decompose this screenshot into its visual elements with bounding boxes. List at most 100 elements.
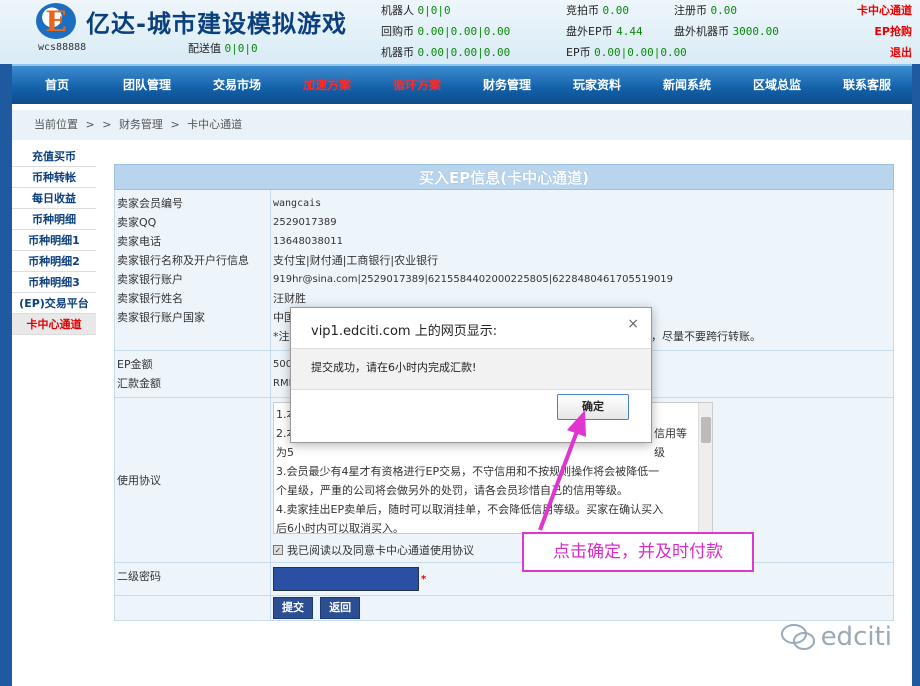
annotation-callout: 点击确定，并及时付款 [522,532,754,572]
password-input[interactable] [273,567,419,591]
close-icon[interactable]: × [627,316,639,332]
required-mark: * [421,573,427,585]
label-seller-name: 卖家银行姓名 [117,292,183,305]
protocol-line: 4.卖家挂出EP卖单后，随时可以取消挂单，不会降低信用等级。买家在确认买入 [276,503,664,516]
nav-accelerate[interactable]: 加速方案 [282,66,372,104]
value-seller-qq: 2529017389 [273,217,337,228]
sidebar: 充值买币 币种转帐 每日收益 币种明细 币种明细1 币种明细2 币种明细3 (E… [12,146,96,335]
nav-team[interactable]: 团队管理 [102,66,192,104]
stat-label: 盘外EP币 [566,25,613,38]
action-buttons: 提交 返回 [271,596,893,620]
back-button[interactable]: 返回 [320,597,361,619]
label-password-wrap: 二级密码 [115,563,271,595]
sidebar-item-daily-income[interactable]: 每日收益 [12,188,96,209]
protocol-line: 为5 [276,446,294,459]
stat-value: 0.00|0.00|0.00 [417,46,511,59]
value-seller-account: 919hr@sina.com|2529017389|62155844020002… [273,274,674,285]
ep-buy-link[interactable]: EP抢购 [874,23,912,39]
nav-cycle[interactable]: 循环方案 [372,66,462,104]
nav-support[interactable]: 联系客服 [822,66,912,104]
stat-robot: 机器人 0|0|0 [381,2,451,18]
watermark: edciti [780,622,892,652]
label-seller-account: 卖家银行账户 [117,273,183,286]
nav-region[interactable]: 区域总监 [732,66,822,104]
label-seller-country: 卖家银行账户国家 [117,311,205,324]
password-row: 二级密码 * [114,563,894,596]
stat-value: 0.00|0.00|0.00 [417,25,511,38]
agree-checkbox[interactable]: ✓ [273,545,283,555]
breadcrumb: 当前位置 > > 财务管理 > 卡中心通道 [12,110,912,140]
stat-label: 竞拍币 [566,4,599,17]
label-seller-qq: 卖家QQ [117,216,157,229]
value-seller-phone: 13648038011 [273,236,343,247]
stat-value: 0.00|0.00|0.00 [594,46,687,59]
protocol-scrollbar[interactable] [698,403,712,533]
protocol-line: 个星级，严重的公司将会做另外的处罚，请各会员珍惜自己的信用等级。 [276,484,628,497]
stat-buyback: 回购币 0.00|0.00|0.00 [381,23,510,39]
stat-outer-ep: 盘外EP币 4.44 [566,23,643,39]
note-text: *注 [273,330,290,343]
submit-button[interactable]: 提交 [273,597,313,619]
scrollbar-thumb[interactable] [701,417,711,443]
nav-market[interactable]: 交易市场 [192,66,282,104]
protocol-right-text: 信用等级 [654,427,687,459]
logout-link[interactable]: 退出 [890,44,912,60]
stat-label: 机器币 [381,46,414,59]
alert-dialog: vip1.edciti.com 上的网页显示: × 提交成功，请在6小时内完成汇… [290,307,652,443]
stat-peisong: 配送值 0|0|0 [188,40,258,56]
main-nav: 首页 团队管理 交易市场 加速方案 循环方案 财务管理 玩家资料 新闻系统 区域… [12,64,912,104]
label-password: 二级密码 [117,570,161,583]
label-ep-amount: EP金额 [117,358,153,371]
label-protocol-wrap: 使用协议 [115,398,271,562]
sidebar-item-ep-platform[interactable]: (EP)交易平台 [12,293,96,314]
note-right-text: ，尽量不要跨行转账。 [651,330,761,343]
label-seller-bank: 卖家银行名称及开户行信息 [117,254,249,267]
dialog-message: 提交成功，请在6小时内完成汇款! [311,361,477,374]
panel-title: 买入EP信息(卡中心通道) [114,164,894,190]
label-spacer [117,327,268,346]
action-row: 提交 返回 [114,596,894,621]
header: E 亿达-城市建设模拟游戏 wcs88888 配送值 0|0|0 机器人 0|0… [0,0,920,64]
protocol-line: 3.会员最少有4星才有资格进行EP交易，不守信用和不按规则操作将会被降低一 [276,465,660,478]
stat-register: 注册币 0.00 [674,2,737,18]
label-seller-id: 卖家会员编号 [117,197,183,210]
stat-label: 机器人 [381,4,414,17]
stat-label: 回购币 [381,25,414,38]
stat-value: 3000.00 [732,25,779,38]
breadcrumb-current: 卡中心通道 [187,118,243,131]
stat-label: 注册币 [674,4,707,17]
breadcrumb-finance[interactable]: 财务管理 [119,118,163,131]
sidebar-item-card-channel[interactable]: 卡中心通道 [12,314,96,335]
stat-outer-machine: 盘外机器币 3000.00 [674,23,779,39]
ok-button[interactable]: 确定 [557,394,629,420]
action-label-spacer [115,596,271,620]
value-seller-name: 汪财胜 [273,292,306,305]
wechat-icon [780,624,815,650]
stat-value: 0.00 [602,4,630,17]
label-remit-amount: 汇款金额 [117,377,161,390]
label-protocol: 使用协议 [117,474,161,487]
sidebar-item-detail2[interactable]: 币种明细2 [12,251,96,272]
nav-home[interactable]: 首页 [12,66,102,104]
sidebar-item-detail[interactable]: 币种明细 [12,209,96,230]
sidebar-item-detail3[interactable]: 币种明细3 [12,272,96,293]
nav-news[interactable]: 新闻系统 [642,66,732,104]
nav-profile[interactable]: 玩家资料 [552,66,642,104]
stat-label: 配送值 [188,42,221,55]
amount-labels: EP金额 汇款金额 [115,351,271,397]
stat-ep: EP币 0.00|0.00|0.00 [566,44,687,60]
dialog-title: vip1.edciti.com 上的网页显示: [311,324,498,339]
sidebar-item-detail1[interactable]: 币种明细1 [12,230,96,251]
value-seller-id: wangcais [273,198,322,209]
breadcrumb-root[interactable]: 当前位置 [34,118,78,131]
sidebar-item-recharge[interactable]: 充值买币 [12,146,96,167]
nav-finance[interactable]: 财务管理 [462,66,552,104]
stat-machine: 机器币 0.00|0.00|0.00 [381,44,510,60]
sidebar-item-transfer[interactable]: 币种转帐 [12,167,96,188]
site-title: 亿达-城市建设模拟游戏 [86,10,347,38]
card-channel-link[interactable]: 卡中心通道 [857,2,912,18]
agree-label: 我已阅读以及同意卡中心通道使用协议 [287,544,474,557]
watermark-text: edciti [820,622,892,652]
stat-label: 盘外机器币 [674,25,729,38]
username: wcs88888 [38,42,87,53]
